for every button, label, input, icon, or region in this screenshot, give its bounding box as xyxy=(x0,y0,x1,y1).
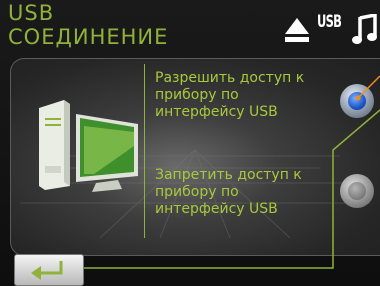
usb-connection-screen: USB СОЕДИНЕНИЕ USB Разрешить доступ к пр… xyxy=(0,0,380,286)
back-arrow-icon xyxy=(31,261,63,280)
back-button[interactable] xyxy=(14,254,84,286)
focus-connector-lines xyxy=(69,75,380,271)
